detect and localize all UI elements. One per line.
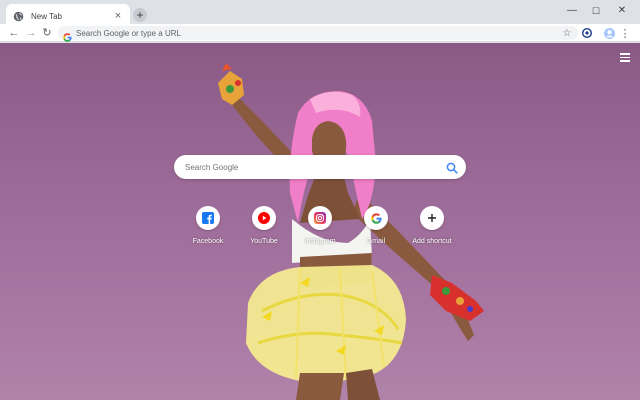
extension-icon[interactable] bbox=[581, 27, 593, 39]
shortcut-tile bbox=[308, 206, 332, 230]
shortcuts-grid: Facebook YouTube Instagram Gmail Add sho… bbox=[0, 206, 640, 256]
customize-menu-icon[interactable] bbox=[620, 53, 630, 62]
shortcut-label: Instagram bbox=[304, 238, 336, 245]
tab-title: New Tab bbox=[31, 11, 62, 21]
instagram-icon bbox=[314, 212, 326, 224]
reload-button[interactable]: ↻ bbox=[40, 26, 54, 40]
shortcut-tile bbox=[252, 206, 276, 230]
minimize-button[interactable]: — bbox=[561, 4, 583, 18]
shortcut-label: Gmail bbox=[366, 238, 386, 245]
search-icon[interactable] bbox=[446, 161, 458, 174]
forward-button[interactable]: → bbox=[24, 26, 38, 40]
new-tab-button[interactable]: + bbox=[133, 8, 147, 22]
shortcut-gmail[interactable]: Gmail bbox=[348, 206, 404, 245]
maximize-button[interactable]: ☐ bbox=[585, 4, 607, 18]
shortcut-label: Add shortcut bbox=[412, 238, 452, 245]
shortcut-label: YouTube bbox=[250, 238, 278, 245]
omnibox[interactable] bbox=[58, 26, 578, 42]
google-icon bbox=[370, 212, 382, 224]
shortcut-facebook[interactable]: Facebook bbox=[180, 206, 236, 245]
omnibox-input[interactable] bbox=[76, 28, 556, 38]
shortcut-tile bbox=[364, 206, 388, 230]
back-button[interactable]: ← bbox=[7, 26, 21, 40]
google-search-box[interactable] bbox=[174, 155, 466, 179]
bookmark-star-icon[interactable]: ☆ bbox=[561, 27, 573, 39]
facebook-icon bbox=[202, 212, 214, 224]
tab-close-icon[interactable]: × bbox=[112, 10, 124, 22]
shortcut-tile bbox=[196, 206, 220, 230]
shortcut-tile bbox=[420, 206, 444, 230]
close-window-button[interactable]: ✕ bbox=[611, 4, 633, 18]
shortcut-instagram[interactable]: Instagram bbox=[292, 206, 348, 245]
shortcut-add[interactable]: Add shortcut bbox=[404, 206, 460, 245]
shortcut-label: Facebook bbox=[192, 238, 224, 245]
toolbar: ← → ↻ ☆ ⋮ bbox=[0, 24, 640, 42]
new-tab-page: Facebook YouTube Instagram Gmail Add sho… bbox=[0, 43, 640, 400]
google-icon bbox=[63, 29, 72, 42]
youtube-icon bbox=[258, 212, 270, 224]
chrome-menu-icon[interactable]: ⋮ bbox=[619, 27, 631, 40]
shortcut-youtube[interactable]: YouTube bbox=[236, 206, 292, 245]
search-input[interactable] bbox=[185, 162, 435, 172]
globe-icon bbox=[12, 10, 24, 22]
plus-icon bbox=[428, 214, 436, 222]
profile-avatar-icon[interactable] bbox=[603, 27, 615, 39]
